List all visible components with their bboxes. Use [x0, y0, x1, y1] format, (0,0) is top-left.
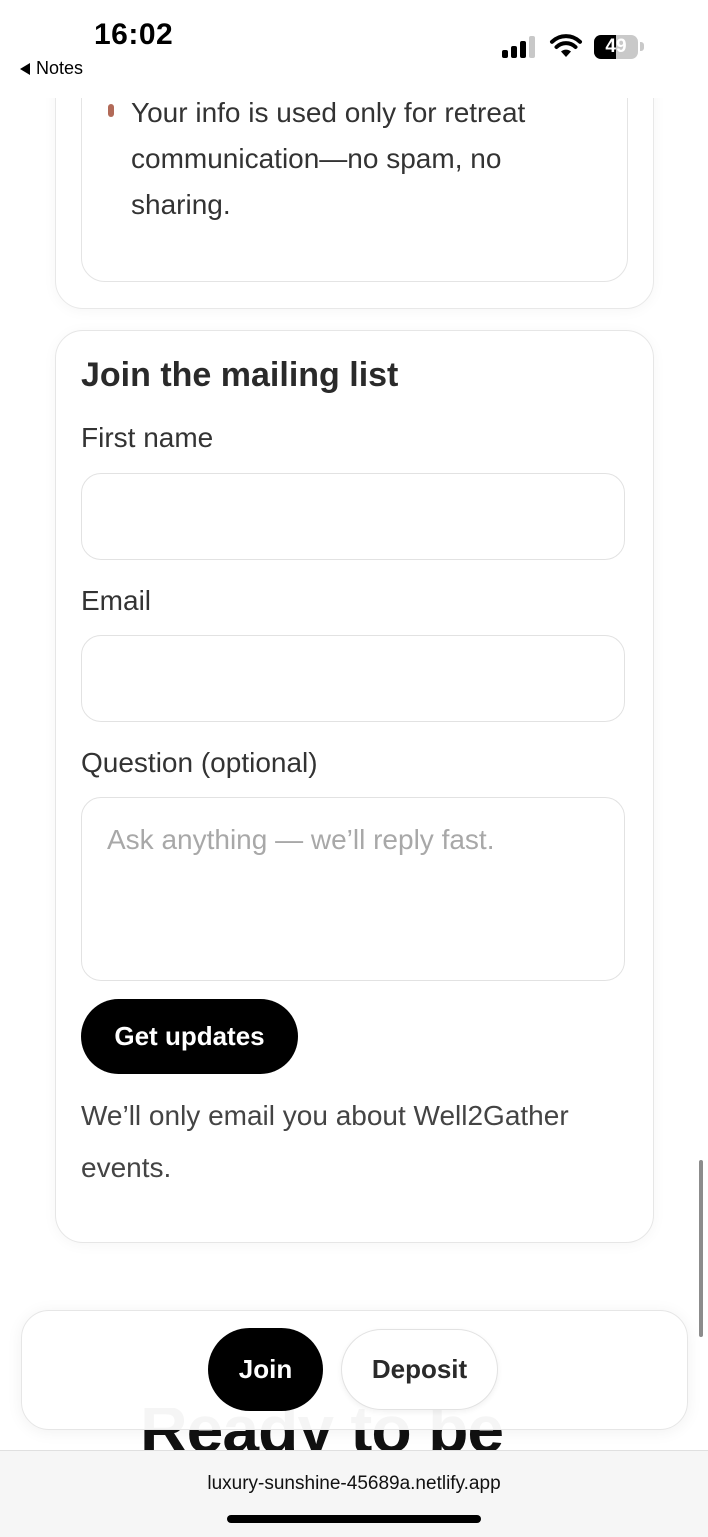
browser-url-bar[interactable]: luxury-sunshine-45689a.netlify.app — [0, 1450, 708, 1537]
privacy-bullet-text: Your info is used only for retreat commu… — [131, 97, 526, 220]
back-label: Notes — [36, 58, 84, 78]
battery-cap — [640, 42, 644, 51]
first-name-label: First name — [81, 422, 214, 453]
status-time: 16:02 — [94, 18, 174, 51]
status-bar: 16:02 Notes 49 — [0, 0, 708, 98]
question-textarea[interactable]: Ask anything — we’ll reply fast. — [81, 797, 625, 981]
join-button[interactable]: Join — [208, 1328, 323, 1411]
question-placeholder: Ask anything — we’ll reply fast. — [107, 824, 495, 855]
mailing-list-title: Join the mailing list — [81, 356, 399, 394]
back-arrow-icon — [20, 62, 30, 75]
question-label: Question (optional) — [81, 747, 318, 778]
wifi-icon — [550, 34, 582, 57]
battery-icon: 49 — [594, 35, 638, 59]
deposit-button[interactable]: Deposit — [341, 1329, 498, 1410]
battery-level: 49 — [605, 36, 627, 57]
back-to-notes-link[interactable]: Notes — [20, 58, 83, 79]
cellular-signal-icon — [502, 36, 538, 58]
bullet-icon — [108, 104, 114, 117]
first-name-input[interactable] — [81, 473, 625, 560]
email-disclaimer: We’ll only email you about Well2Gather e… — [81, 1100, 569, 1183]
url-text[interactable]: luxury-sunshine-45689a.netlify.app — [0, 1473, 708, 1495]
email-input[interactable] — [81, 635, 625, 722]
page-scrollbar[interactable] — [699, 1160, 703, 1337]
home-indicator[interactable] — [227, 1515, 481, 1523]
get-updates-button[interactable]: Get updates — [81, 999, 298, 1074]
email-label: Email — [81, 585, 152, 616]
